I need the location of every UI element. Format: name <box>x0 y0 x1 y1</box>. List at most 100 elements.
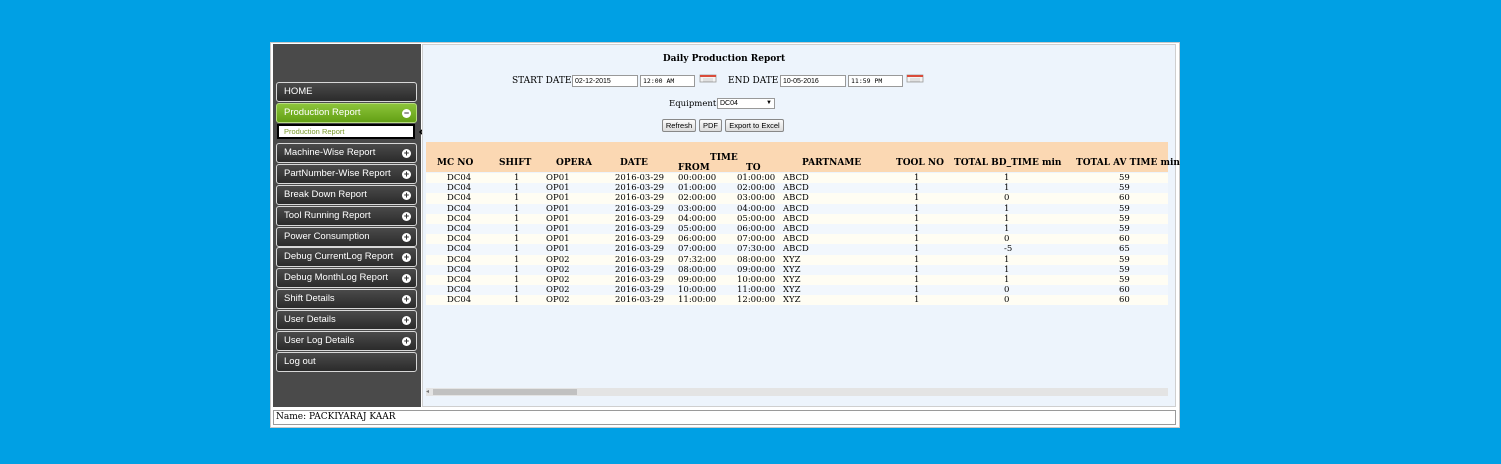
cell-from: 02:00:00 <box>678 193 717 204</box>
sidebar-item-break-down-report[interactable]: Break Down Report + <box>276 185 417 205</box>
cell-tool-no: 1 <box>914 183 920 194</box>
pdf-button[interactable]: PDF <box>699 119 722 132</box>
plus-circle-icon: + <box>402 294 411 304</box>
cell-tool-no: 1 <box>914 274 920 285</box>
cell-opera: OP02 <box>546 285 570 296</box>
cell-opera: OP01 <box>546 213 570 224</box>
cell-total-bd-time: 1 <box>1004 254 1010 265</box>
cell-mc-no: DC04 <box>447 183 472 194</box>
sidebar-item-label: Log out <box>284 356 316 367</box>
cell-total-bd-time: 1 <box>1004 264 1010 275</box>
cell-shift: 1 <box>514 234 520 245</box>
cell-total-av-time: 60 <box>1119 193 1130 204</box>
cell-opera: OP01 <box>546 193 570 204</box>
export-excel-button[interactable]: Export to Excel <box>725 119 784 132</box>
sidebar-item-label: Debug CurrentLog Report <box>284 251 394 262</box>
cell-to: 12:00:00 <box>737 295 776 306</box>
cell-partname: ABCD <box>783 223 809 234</box>
calendar-icon[interactable] <box>699 73 717 83</box>
start-date-input[interactable]: 02-12-2015 <box>572 75 638 87</box>
cell-partname: ABCD <box>783 173 809 183</box>
sidebar-item-label: Break Down Report <box>284 189 367 200</box>
header-partname: PARTNAME <box>802 158 862 168</box>
header-date: DATE <box>620 158 648 168</box>
sidebar-item-label: Production Report <box>284 107 361 118</box>
cell-mc-no: DC04 <box>447 213 472 224</box>
cell-tool-no: 1 <box>914 203 920 214</box>
sidebar-item-label: HOME <box>284 86 313 97</box>
cell-mc-no: DC04 <box>447 203 472 214</box>
cell-total-av-time: 60 <box>1119 234 1130 245</box>
header-total-bd-time: TOTAL BD_TIME min <box>954 158 1062 168</box>
sidebar-item-tool-running-report[interactable]: Tool Running Report + <box>276 206 417 226</box>
header-time: TIME <box>710 153 738 163</box>
cell-date: 2016-03-29 <box>615 264 665 275</box>
cell-total-bd-time: 0 <box>1004 285 1010 296</box>
end-time-input[interactable]: 11:59 PM <box>848 75 903 87</box>
cell-total-bd-time: 1 <box>1004 274 1010 285</box>
cell-to: 10:00:00 <box>737 274 776 285</box>
cell-tool-no: 1 <box>914 193 920 204</box>
cell-partname: ABCD <box>783 203 809 214</box>
start-date-label: START DATE <box>512 76 572 86</box>
refresh-button[interactable]: Refresh <box>662 119 696 132</box>
cell-mc-no: DC04 <box>447 244 472 255</box>
end-date-input[interactable]: 10-05-2016 <box>780 75 846 87</box>
sidebar-item-shift-details[interactable]: Shift Details + <box>276 289 417 309</box>
cell-tool-no: 1 <box>914 234 920 245</box>
calendar-icon[interactable] <box>906 73 924 83</box>
cell-total-bd-time: 1 <box>1004 203 1010 214</box>
sidebar-item-user-details[interactable]: User Details + <box>276 310 417 330</box>
cell-mc-no: DC04 <box>447 295 472 306</box>
sidebar-item-partnumber-wise-report[interactable]: PartNumber-Wise Report + <box>276 164 417 184</box>
cell-date: 2016-03-29 <box>615 244 665 255</box>
minus-circle-icon: − <box>402 108 411 118</box>
scrollbar-thumb[interactable] <box>433 389 577 395</box>
sidebar-item-log-out[interactable]: Log out <box>276 352 417 372</box>
plus-circle-icon: + <box>402 252 411 262</box>
equipment-select[interactable]: DC04 ▼ <box>717 98 775 109</box>
cell-partname: XYZ <box>783 285 801 296</box>
header-from: FROM <box>678 163 710 173</box>
cell-tool-no: 1 <box>914 285 920 296</box>
sidebar-item-home[interactable]: HOME <box>276 82 417 102</box>
sidebar-item-debug-monthlog-report[interactable]: Debug MonthLog Report + <box>276 268 417 288</box>
cell-tool-no: 1 <box>914 244 920 255</box>
cell-from: 09:00:00 <box>678 274 717 285</box>
cell-to: 11:00:00 <box>737 285 776 296</box>
sidebar-item-debug-currentlog-report[interactable]: Debug CurrentLog Report + <box>276 247 417 267</box>
table-row: DC04 1 OP01 2016-03-29 01:00:00 02:00:00 ABCD 1… <box>426 183 1168 194</box>
cell-to: 08:00:00 <box>737 254 776 265</box>
footer-user-name: Name: PACKIYARAJ KAAR <box>273 410 1176 425</box>
cell-to: 09:00:00 <box>737 264 776 275</box>
cell-total-av-time: 65 <box>1119 244 1130 255</box>
cell-total-bd-time: 1 <box>1004 223 1010 234</box>
cell-mc-no: DC04 <box>447 285 472 296</box>
sidebar-item-label: Debug MonthLog Report <box>284 272 389 283</box>
header-mc-no: MC NO <box>437 158 474 168</box>
plus-circle-icon: + <box>402 315 411 325</box>
cell-shift: 1 <box>514 285 520 296</box>
sidebar-item-label: User Details <box>284 314 336 325</box>
start-time-input[interactable]: 12:00 AM <box>640 75 695 87</box>
table-body: DC04 1 OP01 2016-03-29 00:00:00 01:00:00 ABCD 1… <box>426 173 1168 306</box>
sidebar-item-user-log-details[interactable]: User Log Details + <box>276 331 417 351</box>
sidebar-item-power-consumption[interactable]: Power Consumption + <box>276 227 417 247</box>
cell-partname: ABCD <box>783 183 809 194</box>
cell-from: 00:00:00 <box>678 173 717 183</box>
sidebar-item-machine-wise-report[interactable]: Machine-Wise Report + <box>276 143 417 163</box>
cell-total-av-time: 59 <box>1119 264 1130 275</box>
table-row: DC04 1 OP02 2016-03-29 11:00:00 12:00:00 XYZ 1 0… <box>426 295 1168 306</box>
cell-partname: XYZ <box>783 295 801 306</box>
cell-opera: OP02 <box>546 254 570 265</box>
cell-mc-no: DC04 <box>447 223 472 234</box>
scroll-left-icon[interactable]: ◂ <box>426 388 429 395</box>
cell-opera: OP01 <box>546 234 570 245</box>
sidebar-item-production-report[interactable]: Production Report − <box>276 103 417 123</box>
submenu-item-production-report[interactable]: Production Report <box>277 124 415 139</box>
cell-partname: ABCD <box>783 193 809 204</box>
cell-partname: XYZ <box>783 254 801 265</box>
sidebar-item-label: Shift Details <box>284 293 335 304</box>
cell-shift: 1 <box>514 183 520 194</box>
sidebar-item-label: Tool Running Report <box>284 210 371 221</box>
